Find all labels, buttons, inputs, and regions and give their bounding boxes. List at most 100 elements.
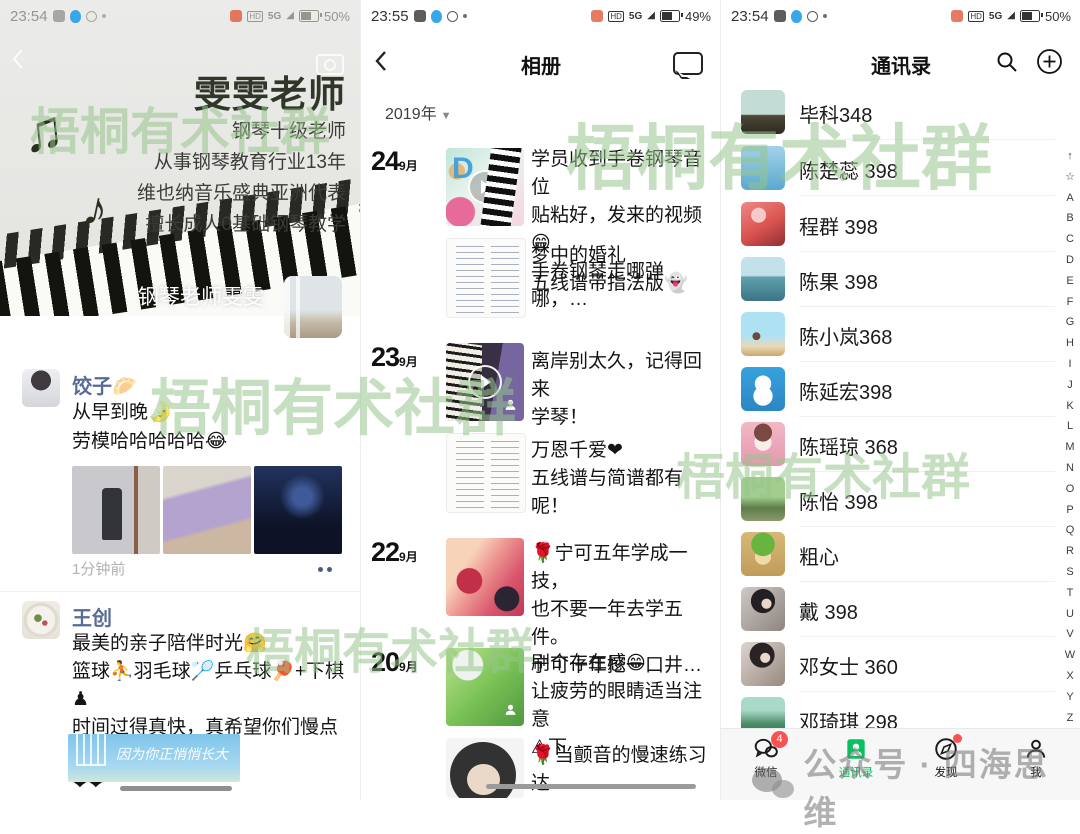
post-author-name[interactable]: 王创 [72, 602, 112, 631]
contact-avatar [741, 146, 785, 190]
contact-row[interactable]: 戴 398 [721, 582, 1080, 637]
hd-icon: HD [968, 11, 984, 22]
album-photo-thumbnail[interactable] [446, 433, 526, 513]
person-icon [1023, 736, 1049, 762]
person-icon [504, 398, 517, 416]
contact-row[interactable]: 程群 398 [721, 197, 1080, 252]
chat-icon: 4 [753, 736, 779, 762]
contact-avatar [741, 422, 785, 466]
message-icon[interactable] [673, 52, 703, 75]
play-icon [468, 170, 502, 204]
contact-row[interactable]: 陈果 398 [721, 252, 1080, 307]
battery-icon [660, 10, 680, 22]
page-title: 通讯录 [721, 50, 1080, 79]
contact-row[interactable]: 陈瑶琼 368 [721, 417, 1080, 472]
contact-avatar [741, 587, 785, 631]
camera-icon[interactable] [316, 54, 344, 75]
contact-name: 邓女士 360 [799, 651, 898, 680]
album-video-thumbnail[interactable]: D [446, 148, 524, 226]
notification-icon [414, 10, 426, 22]
cover-bio: 钢琴十级老师 从事钢琴教育行业13年 维也纳音乐盛典亚洲代表 擅长成人0基础钢琴… [137, 116, 346, 240]
clock: 23:54 [10, 8, 48, 25]
post-menu-button[interactable] [310, 560, 340, 578]
post-photo[interactable] [72, 466, 160, 554]
tab-discover[interactable]: 发现 [901, 729, 991, 800]
contact-avatar [741, 257, 785, 301]
status-bar: 23:54 HD 5G ◢ 50% [0, 0, 360, 32]
qq-icon [70, 10, 81, 23]
album-entry-text[interactable]: 离岸别太久，记得回来 学琴！ [531, 348, 717, 432]
album-entry-text[interactable]: 梦中的婚礼 五线谱带指法版👻 [531, 242, 717, 298]
nav-bar: 相册 [361, 40, 721, 86]
contact-row[interactable]: 毕科348 [721, 85, 1080, 140]
post-photo[interactable] [163, 466, 251, 554]
photo-caption: 因为你正悄悄长大 [116, 744, 228, 764]
profile-display-name: 钢琴老师雯雯 [138, 281, 264, 311]
add-button[interactable] [1036, 48, 1063, 80]
album-photo-thumbnail[interactable] [446, 238, 526, 318]
tab-contacts[interactable]: 通讯录 [811, 729, 901, 800]
screen-album: 23:55 HD 5G ◢ 49% 相册 2019年▼ 249月 D 学员收到手… [360, 0, 721, 800]
status-bar: 23:54 HD 5G ◢ 50% [721, 0, 1080, 32]
network-type: 5G [629, 11, 642, 22]
home-indicator[interactable] [486, 784, 696, 789]
date-label: 209月 [371, 647, 431, 678]
album-photo-thumbnail[interactable] [446, 738, 524, 798]
date-label: 239月 [371, 342, 431, 373]
tab-wechat[interactable]: 4 微信 [721, 729, 811, 800]
year-filter[interactable]: 2019年▼ [385, 100, 452, 124]
battery-icon [299, 10, 319, 22]
contact-row[interactable]: 粗心 [721, 527, 1080, 582]
tab-me[interactable]: 我 [991, 729, 1080, 800]
post-text: 从早到晚🌛 劳模哈哈哈哈哈😂 [72, 398, 347, 456]
play-icon [468, 365, 502, 399]
contact-name: 陈果 398 [799, 266, 878, 295]
album-entry-text[interactable]: 🌹当颤音的慢速练习达 到一定的要求时，可进 [531, 742, 717, 800]
notification-icon [86, 11, 97, 22]
moments-cover[interactable]: ♫ ♪ 雯雯老师 钢琴十级老师 从事钢琴教育行业13年 维也纳音乐盛典亚洲代表 … [0, 0, 360, 316]
alphabet-index[interactable]: ↑ ☆ A B C D E F G H I J K L M N O P Q R … [1062, 146, 1078, 749]
contact-avatar [741, 367, 785, 411]
contact-row[interactable]: 邓女士 360 [721, 637, 1080, 692]
network-type: 5G [989, 11, 1002, 22]
notification-icon [447, 11, 458, 22]
album-entry-text[interactable]: 万恩千爱❤ 五线谱与简谱都有呢！ [531, 437, 717, 521]
contact-row[interactable]: 陈延宏398 [721, 362, 1080, 417]
unread-badge: 4 [771, 731, 788, 748]
contact-name: 陈楚蕊 398 [799, 155, 898, 184]
battery-icon [1020, 10, 1040, 22]
qq-icon [791, 10, 802, 23]
contact-row[interactable]: 陈怡 398 [721, 472, 1080, 527]
music-note-icon: ♫ [19, 96, 68, 165]
contact-name: 陈小岚368 [799, 321, 892, 350]
person-icon [504, 703, 517, 721]
profile-avatar[interactable] [284, 276, 342, 338]
back-button[interactable] [12, 48, 24, 75]
date-label: 249月 [371, 146, 431, 177]
contact-name: 程群 398 [799, 211, 878, 240]
post-photo[interactable] [254, 466, 342, 554]
contact-row[interactable]: 陈楚蕊 398 [721, 141, 1080, 196]
post-timestamp: 1分钟前 [72, 558, 125, 579]
album-photo-thumbnail[interactable] [446, 538, 524, 616]
status-bar: 23:55 HD 5G ◢ 49% [361, 0, 721, 32]
hd-icon: HD [608, 11, 624, 22]
divider [0, 591, 360, 592]
contact-avatar [741, 477, 785, 521]
album-video-thumbnail[interactable] [446, 343, 524, 421]
search-icon[interactable] [995, 50, 1019, 79]
page-title: 相册 [361, 50, 721, 79]
tab-bar: 4 微信 通讯录 发现 我 [721, 728, 1080, 800]
post-photo[interactable]: 因为你正悄悄长大 [68, 734, 240, 782]
nav-bar: 通讯录 [721, 40, 1080, 86]
post-author-name[interactable]: 饺子🥟 [72, 370, 137, 399]
app-notification-icon [230, 10, 242, 22]
post-author-avatar[interactable] [22, 369, 60, 407]
post-author-avatar[interactable] [22, 601, 60, 639]
notification-dot [953, 734, 962, 743]
home-indicator[interactable] [120, 786, 232, 791]
contact-name: 戴 398 [799, 596, 858, 625]
contact-name: 陈怡 398 [799, 486, 878, 515]
album-photo-thumbnail[interactable] [446, 648, 524, 726]
contact-row[interactable]: 陈小岚368 [721, 307, 1080, 362]
